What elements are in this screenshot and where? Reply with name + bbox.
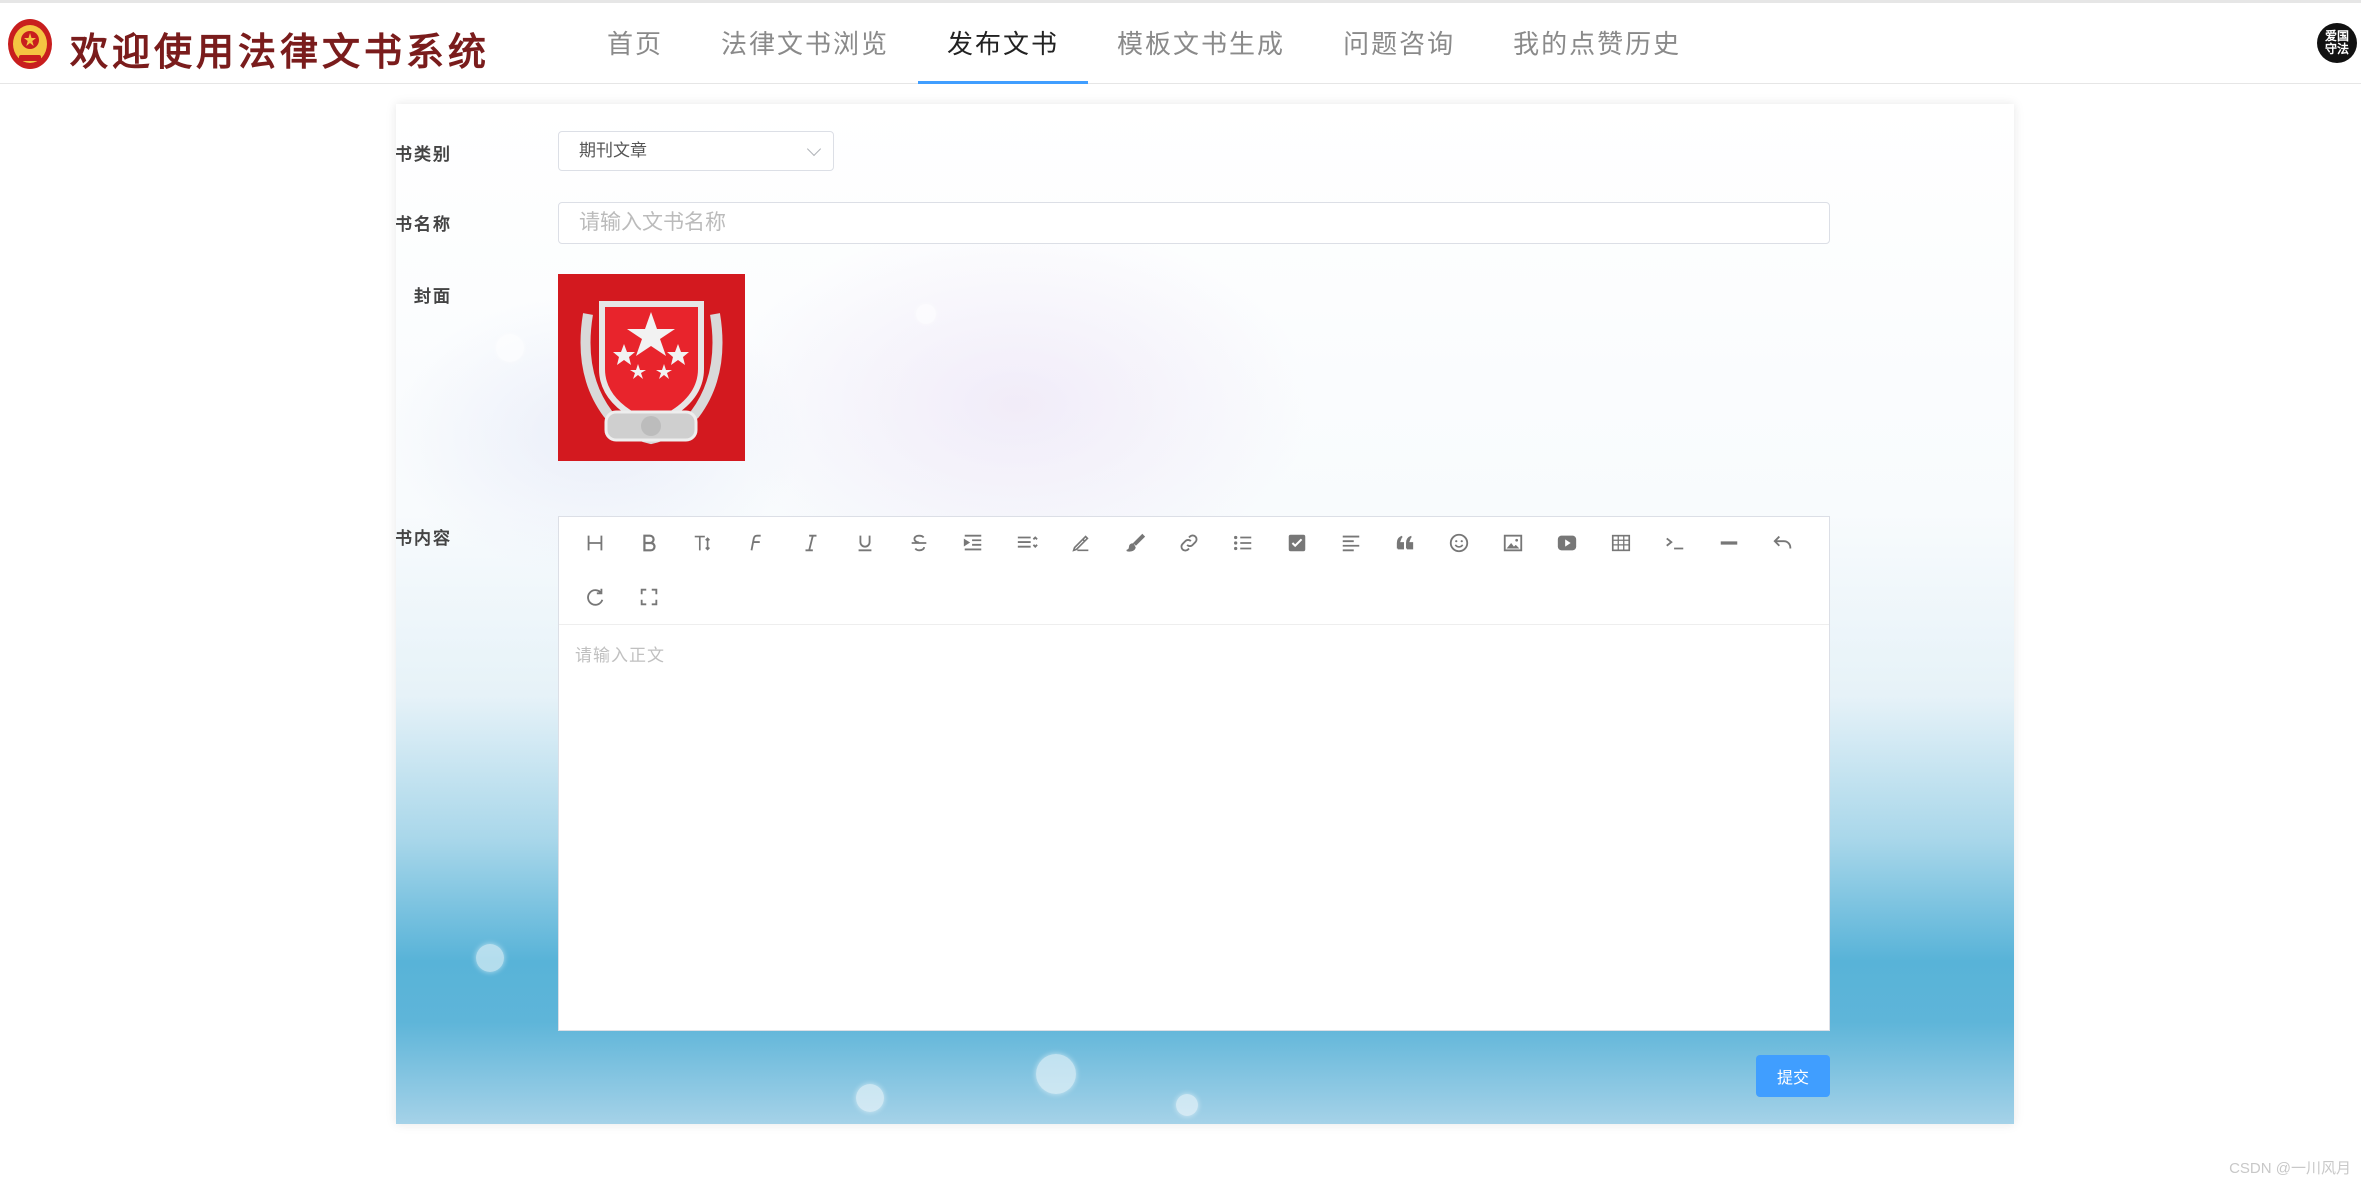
top-header: 欢迎使用法律文书系统 首页 法律文书浏览 发布文书 模板文书生成 问题咨询 我的… — [0, 0, 2361, 84]
bold-icon[interactable] — [631, 525, 667, 561]
cover-image-upload[interactable] — [558, 274, 745, 461]
content-label: 文书内容 — [396, 529, 452, 549]
background-flower — [916, 304, 936, 324]
background-flower — [1036, 1054, 1076, 1094]
indent-icon[interactable] — [955, 525, 991, 561]
underline-icon[interactable] — [847, 525, 883, 561]
image-icon[interactable] — [1495, 525, 1531, 561]
nav-like-history[interactable]: 我的点赞历史 — [1484, 3, 1710, 84]
nav-home[interactable]: 首页 — [578, 3, 692, 84]
font-family-icon[interactable] — [739, 525, 775, 561]
editor-toolbar — [559, 517, 1829, 625]
document-name-input[interactable] — [558, 202, 1830, 244]
italic-icon[interactable] — [793, 525, 829, 561]
submit-button[interactable]: 提交 — [1756, 1055, 1830, 1097]
video-icon[interactable] — [1549, 525, 1585, 561]
nav-browse-documents[interactable]: 法律文书浏览 — [692, 3, 918, 84]
strikethrough-icon[interactable] — [901, 525, 937, 561]
table-icon[interactable] — [1603, 525, 1639, 561]
background-flower — [856, 1084, 884, 1112]
category-label: 文书类别 — [396, 145, 452, 165]
divider-icon[interactable] — [1711, 525, 1747, 561]
user-avatar[interactable]: 爱国守法 — [2317, 23, 2357, 63]
watermark: CSDN @一川风月 — [2229, 1160, 2351, 1177]
background-color-icon[interactable] — [1117, 525, 1153, 561]
link-icon[interactable] — [1171, 525, 1207, 561]
category-select-value: 期刊文章 — [579, 141, 647, 160]
undo-icon[interactable] — [1765, 525, 1801, 561]
fullscreen-icon[interactable] — [631, 579, 667, 615]
app-title: 欢迎使用法律文书系统 — [70, 29, 491, 74]
background-flower — [496, 334, 524, 362]
name-label: 文书名称 — [396, 215, 452, 235]
todo-icon[interactable] — [1279, 525, 1315, 561]
background-flower — [1176, 1094, 1198, 1116]
text-color-icon[interactable] — [1063, 525, 1099, 561]
cover-label: 封面 — [414, 287, 452, 307]
background-flower — [476, 944, 504, 972]
nav-publish-document[interactable]: 发布文书 — [918, 3, 1089, 84]
court-emblem-cover-image — [558, 274, 745, 461]
chevron-down-icon — [806, 141, 822, 157]
redo-icon[interactable] — [577, 579, 613, 615]
nav-consultation[interactable]: 问题咨询 — [1314, 3, 1484, 84]
line-height-icon[interactable] — [1009, 525, 1045, 561]
code-icon[interactable] — [1657, 525, 1693, 561]
bulleted-list-icon[interactable] — [1225, 525, 1261, 561]
emoji-icon[interactable] — [1441, 525, 1477, 561]
heading-icon[interactable] — [577, 525, 613, 561]
editor-placeholder[interactable]: 请输入正文 — [575, 641, 665, 666]
nav-template-generation[interactable]: 模板文书生成 — [1088, 3, 1314, 84]
font-size-icon[interactable] — [685, 525, 721, 561]
main-nav: 首页 法律文书浏览 发布文书 模板文书生成 问题咨询 我的点赞历史 — [578, 3, 1710, 87]
user-avatar-text: 爱国守法 — [2324, 29, 2349, 56]
publish-form-card: 文书类别 期刊文章 文书名称 封面 文书内容 — [396, 104, 2014, 1124]
court-emblem-logo — [8, 19, 52, 69]
align-left-icon[interactable] — [1333, 525, 1369, 561]
category-select[interactable]: 期刊文章 — [558, 131, 834, 171]
rich-text-editor: 请输入正文 — [558, 516, 1830, 1031]
quote-icon[interactable] — [1387, 525, 1423, 561]
